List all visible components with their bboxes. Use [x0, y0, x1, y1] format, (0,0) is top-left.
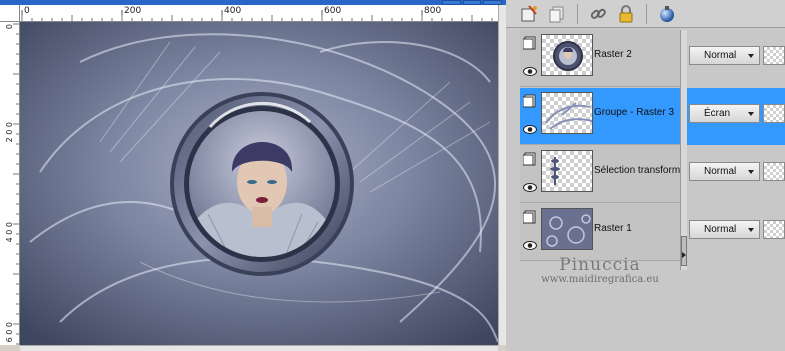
- layers-palette: Raster 2 Groupe - Raster 3 Sélection tra…: [506, 0, 785, 351]
- chevron-down-icon: [748, 170, 754, 174]
- chevron-down-icon: [748, 228, 754, 232]
- layer-name: Sélection transformée: [594, 165, 680, 176]
- visibility-eye-icon[interactable]: [523, 182, 537, 193]
- blend-mode-dropdown[interactable]: Normal: [689, 46, 760, 65]
- visibility-eye-icon[interactable]: [523, 240, 537, 251]
- visibility-eye-icon[interactable]: [523, 124, 537, 135]
- chevron-down-icon: [748, 54, 754, 58]
- toolbar-separator: [646, 3, 647, 24]
- layer-opacity-swatch[interactable]: [763, 220, 785, 239]
- lock-icon[interactable]: [615, 3, 637, 25]
- vertical-scrollbar[interactable]: [498, 5, 506, 345]
- blend-mode-dropdown[interactable]: Écran: [689, 104, 760, 123]
- layer-thumbnail: [541, 92, 593, 134]
- blend-cell: Normal: [687, 204, 785, 261]
- watermark: Pinuccia www.maidiregrafica.eu: [520, 255, 680, 285]
- scroll-arrow-icon[interactable]: [682, 252, 686, 258]
- blend-cell-selected: Écran: [687, 88, 785, 145]
- layer-type-icon: [523, 94, 536, 108]
- blend-mode-value: Normal: [704, 50, 737, 61]
- ruler-label: 800: [424, 6, 442, 16]
- sphere-icon[interactable]: [656, 3, 678, 25]
- horizontal-scrollbar[interactable]: [20, 345, 498, 351]
- layer-thumbnail: [541, 208, 593, 250]
- blend-mode-dropdown[interactable]: Normal: [689, 220, 760, 239]
- layers-toolbar: [506, 0, 785, 28]
- layer-name: Groupe - Raster 3: [594, 107, 675, 118]
- ruler-label: 4 0 0: [5, 222, 14, 243]
- ruler-label: 6 0 0: [5, 322, 14, 343]
- layer-name: Raster 2: [594, 49, 632, 60]
- horizontal-ruler: 0 200 400 600 800: [20, 5, 498, 22]
- layer-opacity-swatch[interactable]: [763, 104, 785, 123]
- app-root: 0 200 400 600 800 0 2 0 0 4 0 0 6 0 0 Ra…: [0, 0, 785, 351]
- blend-mode-value: Normal: [704, 224, 737, 235]
- layer-thumbnail: [541, 34, 593, 76]
- layer-list: Raster 2 Groupe - Raster 3 Sélection tra…: [520, 30, 680, 261]
- blend-mode-value: Écran: [704, 108, 731, 119]
- image-window: 0 200 400 600 800 0 2 0 0 4 0 0 6 0 0: [0, 0, 506, 351]
- ruler-label: 2 0 0: [5, 122, 14, 143]
- duplicate-layer-icon[interactable]: [546, 3, 568, 25]
- layer-row[interactable]: Sélection transformée: [520, 146, 680, 203]
- vertical-ruler-ticks: [13, 23, 19, 345]
- vertical-ruler: 0 2 0 0 4 0 0 6 0 0: [0, 22, 20, 345]
- blend-cell: Normal: [687, 146, 785, 203]
- layer-opacity-swatch[interactable]: [763, 46, 785, 65]
- ruler-corner: [0, 5, 20, 22]
- layer-type-icon: [523, 210, 536, 224]
- watermark-name: Pinuccia: [559, 255, 641, 275]
- blend-mode-value: Normal: [704, 166, 737, 177]
- toolbar-separator: [577, 3, 578, 24]
- visibility-eye-icon[interactable]: [523, 66, 537, 77]
- canvas-artwork[interactable]: [20, 22, 498, 345]
- watermark-url: www.maidiregrafica.eu: [541, 274, 659, 285]
- ruler-label: 200: [124, 6, 142, 16]
- new-layer-icon[interactable]: [518, 3, 540, 25]
- layer-type-icon: [523, 36, 536, 50]
- layer-opacity-swatch[interactable]: [763, 162, 785, 181]
- layer-list-scrollbar[interactable]: [680, 30, 687, 270]
- ruler-label: 400: [224, 6, 242, 16]
- layer-type-icon: [523, 152, 536, 166]
- layer-row[interactable]: Raster 1: [520, 204, 680, 261]
- chevron-down-icon: [748, 112, 754, 116]
- link-icon[interactable]: [587, 3, 609, 25]
- blend-mode-dropdown[interactable]: Normal: [689, 162, 760, 181]
- artwork-image: [20, 22, 498, 345]
- layer-row-selected[interactable]: Groupe - Raster 3: [520, 88, 680, 145]
- blend-cell: Normal: [687, 30, 785, 87]
- ruler-label: 0: [24, 6, 30, 16]
- layer-name: Raster 1: [594, 223, 632, 234]
- ruler-label: 0: [5, 24, 14, 30]
- layer-row[interactable]: Raster 2: [520, 30, 680, 87]
- layer-thumbnail: [541, 150, 593, 192]
- ruler-label: 600: [324, 6, 342, 16]
